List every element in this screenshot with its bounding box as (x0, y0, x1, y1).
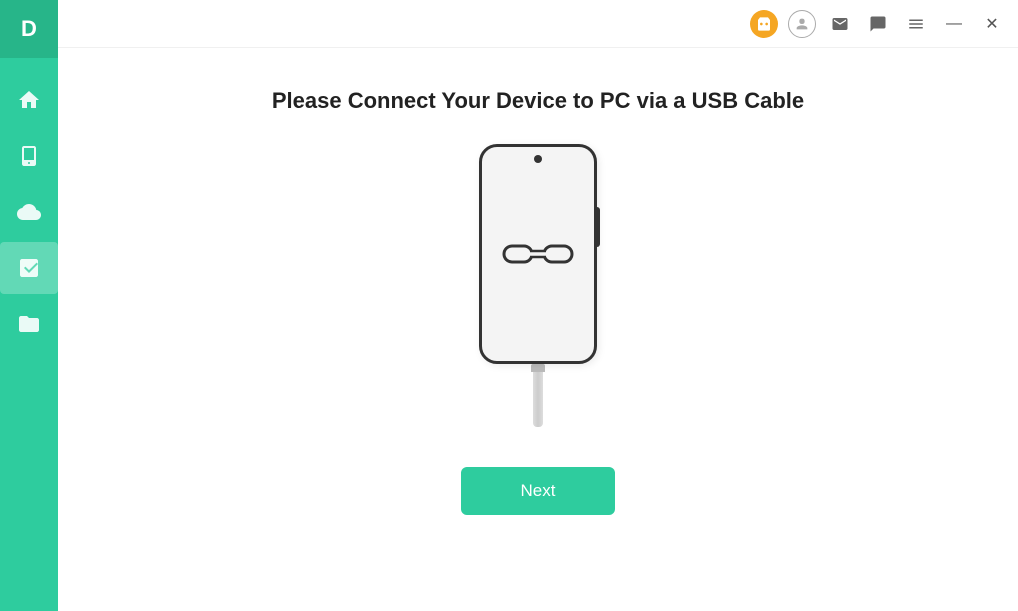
titlebar: — ✕ (58, 0, 1018, 48)
cloud-icon (17, 200, 41, 224)
page-title: Please Connect Your Device to PC via a U… (272, 88, 804, 114)
menu-icon[interactable] (902, 10, 930, 38)
user-icon[interactable] (788, 10, 816, 38)
sidebar-nav (0, 74, 58, 350)
phone-side-button (595, 207, 600, 247)
content-area: Please Connect Your Device to PC via a U… (58, 48, 1018, 611)
chat-icon[interactable] (864, 10, 892, 38)
usb-cable (531, 364, 545, 427)
close-button[interactable]: ✕ (978, 10, 1006, 38)
repair-icon (17, 256, 41, 280)
cart-icon[interactable] (750, 10, 778, 38)
phone-notch (534, 155, 542, 163)
sidebar-item-home[interactable] (0, 74, 58, 126)
app-logo[interactable]: D (0, 0, 58, 58)
sidebar-item-device[interactable] (0, 130, 58, 182)
home-icon (17, 88, 41, 112)
next-button[interactable]: Next (461, 467, 616, 515)
sidebar-item-backup[interactable] (0, 186, 58, 238)
mail-icon[interactable] (826, 10, 854, 38)
sidebar-item-repair[interactable] (0, 242, 58, 294)
cable-body (533, 372, 543, 427)
cable-top-connector (531, 364, 545, 372)
sidebar-item-files[interactable] (0, 298, 58, 350)
phone-illustration (479, 144, 597, 427)
main-content: — ✕ Please Connect Your Device to PC via… (58, 0, 1018, 611)
phone-body (479, 144, 597, 364)
minimize-button[interactable]: — (940, 10, 968, 38)
sidebar: D (0, 0, 58, 611)
link-icon (502, 236, 574, 272)
folder-icon (17, 312, 41, 336)
logo-text: D (21, 16, 37, 42)
phone-icon (17, 144, 41, 168)
